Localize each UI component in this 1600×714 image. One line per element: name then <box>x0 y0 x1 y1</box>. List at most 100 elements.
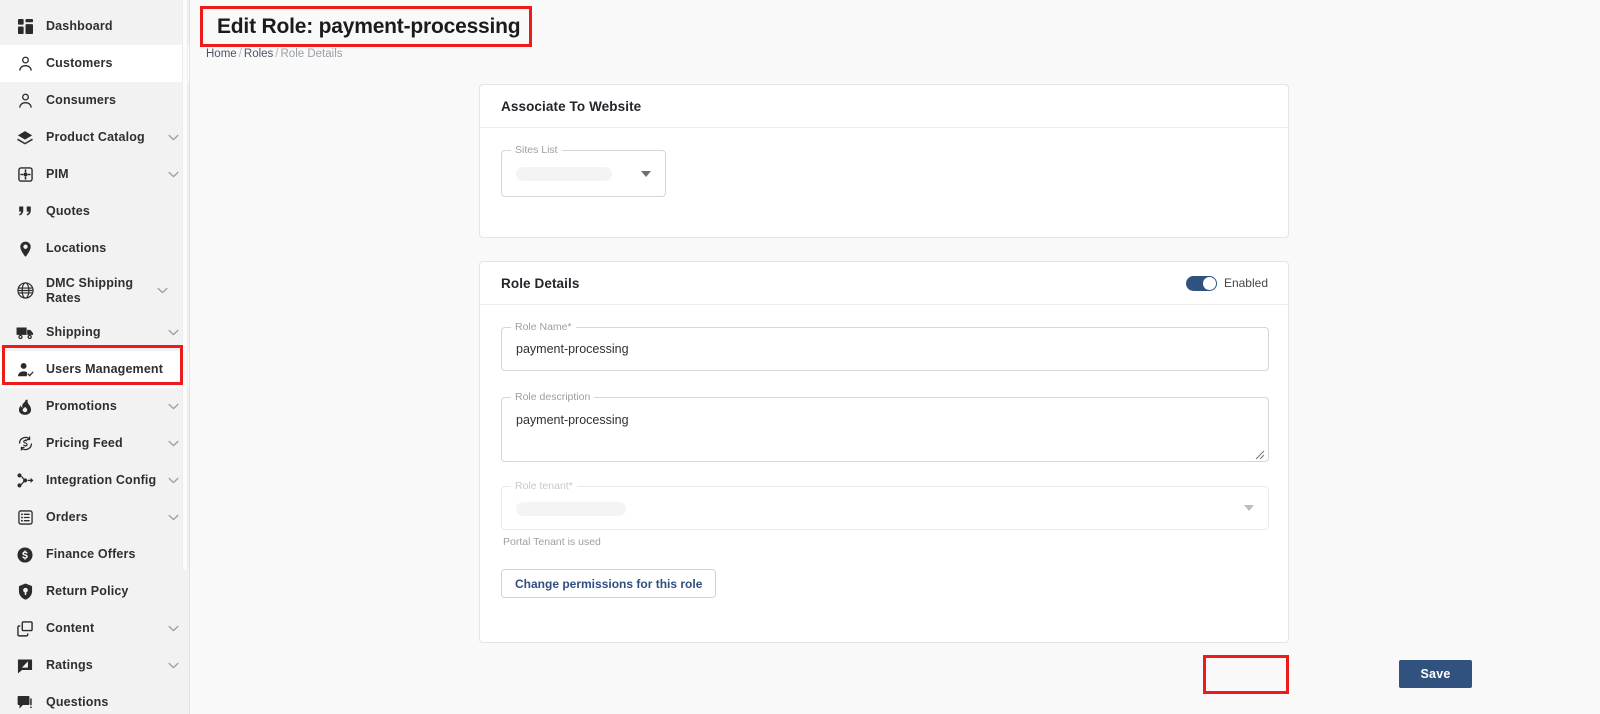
breadcrumb-current: Role Details <box>280 48 343 60</box>
chevron-down-icon[interactable] <box>167 437 180 450</box>
map-pin-icon <box>14 238 36 260</box>
sidebar-item-label: Questions <box>46 695 109 709</box>
sidebar-item-label: Integration Config <box>46 473 157 487</box>
sidebar-item-customers[interactable]: Customers <box>0 45 189 82</box>
role-description-field[interactable]: Role description payment-processing <box>501 391 1269 462</box>
sites-list-select[interactable]: Sites List <box>501 144 666 197</box>
chevron-down-icon[interactable] <box>156 284 169 297</box>
dashboard-icon <box>14 16 36 38</box>
sidebar-nav-list: Dashboard Customers Consumers Product Catal… <box>0 0 189 714</box>
sidebar-item-label: Customers <box>46 56 113 70</box>
role-details-card: Role Details Enabled Role Name* payment-… <box>479 261 1289 643</box>
sidebar-item-product-catalog[interactable]: Product Catalog <box>0 119 189 156</box>
sidebar-item-label: Promotions <box>46 399 117 413</box>
role-tenant-placeholder-skeleton <box>516 502 626 516</box>
sidebar-item-label: Finance Offers <box>46 547 136 561</box>
breadcrumb-separator-1: / <box>238 48 242 60</box>
role-description-value: payment-processing <box>516 413 629 427</box>
change-permissions-button[interactable]: Change permissions for this role <box>501 569 717 598</box>
chevron-down-icon[interactable] <box>167 168 180 181</box>
sidebar-item-pricing-feed[interactable]: Pricing Feed <box>0 425 189 462</box>
person-icon <box>14 90 36 112</box>
enabled-toggle-wrap[interactable]: Enabled <box>1185 275 1268 291</box>
resize-handle-icon[interactable] <box>1253 447 1265 460</box>
app-root: Dashboard Customers Consumers Product Catal… <box>0 0 1600 714</box>
sidebar-item-label: Return Policy <box>46 584 129 598</box>
role-description-label: Role description <box>511 391 595 404</box>
person-icon <box>14 53 36 75</box>
sidebar-item-return-policy[interactable]: Return Policy <box>0 573 189 610</box>
sidebar-item-finance-offers[interactable]: Finance Offers <box>0 536 189 573</box>
sidebar-scrollbar-thumb[interactable] <box>182 0 188 570</box>
sidebar-item-locations[interactable]: Locations <box>0 230 189 267</box>
associate-card-header: Associate To Website <box>480 85 1288 128</box>
sidebar-item-label: Shipping <box>46 325 101 339</box>
windows-icon <box>14 618 36 640</box>
role-name-field[interactable]: Role Name* payment-processing <box>501 321 1269 371</box>
role-name-value: payment-processing <box>516 342 629 356</box>
sidebar-item-quotes[interactable]: Quotes <box>0 193 189 230</box>
role-details-card-body: Role Name* payment-processing Role descr… <box>480 305 1288 598</box>
shield-icon <box>14 581 36 603</box>
role-tenant-select[interactable]: Role tenant* <box>501 480 1269 530</box>
sidebar-item-label: Ratings <box>46 658 93 672</box>
chevron-down-icon[interactable] <box>167 659 180 672</box>
associate-card-body: Sites List <box>480 128 1288 197</box>
enabled-toggle[interactable] <box>1185 275 1217 291</box>
chevron-down-icon[interactable] <box>167 326 180 339</box>
dollar-circle-icon <box>14 544 36 566</box>
sidebar-item-promotions[interactable]: Promotions <box>0 388 189 425</box>
chevron-down-icon[interactable] <box>167 474 180 487</box>
chevron-down-icon[interactable] <box>167 400 180 413</box>
chevron-down-icon[interactable] <box>167 511 180 524</box>
sidebar-item-consumers[interactable]: Consumers <box>0 82 189 119</box>
role-name-label: Role Name* <box>511 321 576 334</box>
chevron-down-icon[interactable] <box>167 131 180 144</box>
breadcrumb-separator-2: / <box>275 48 279 60</box>
chevron-down-icon[interactable] <box>1244 505 1254 511</box>
sites-list-label: Sites List <box>511 144 562 157</box>
integration-icon <box>14 470 36 492</box>
sidebar-item-label: Dashboard <box>46 19 113 33</box>
sidebar-item-dmc-shipping-rates[interactable]: DMC Shipping Rates <box>0 267 189 314</box>
sidebar-item-dashboard[interactable]: Dashboard <box>0 8 189 45</box>
sidebar-item-label: Locations <box>46 241 107 255</box>
breadcrumb-home[interactable]: Home <box>206 48 237 60</box>
sidebar-item-label: PIM <box>46 167 69 181</box>
sidebar-item-users-management[interactable]: Users Management <box>0 351 189 388</box>
quote-icon <box>14 201 36 223</box>
sites-list-placeholder-skeleton <box>516 167 612 181</box>
sidebar-item-orders[interactable]: Orders <box>0 499 189 536</box>
sidebar-item-label: Users Management <box>46 362 164 376</box>
breadcrumb: Home / Roles / Role Details <box>190 48 1600 60</box>
chevron-down-icon[interactable] <box>641 170 651 177</box>
save-button[interactable]: Save <box>1399 660 1472 688</box>
layers-icon <box>14 127 36 149</box>
sidebar-item-shipping[interactable]: Shipping <box>0 314 189 351</box>
sidebar-item-label: Content <box>46 621 95 635</box>
sidebar-item-label: Consumers <box>46 93 117 107</box>
sidebar-item-label: DMC Shipping Rates <box>46 275 134 305</box>
sidebar-item-ratings[interactable]: Ratings <box>0 647 189 684</box>
sidebar-item-label: Pricing Feed <box>46 436 123 450</box>
truck-icon <box>14 322 36 344</box>
role-tenant-label: Role tenant* <box>511 480 577 493</box>
page-title: Edit Role: payment-processing <box>217 15 521 38</box>
toggle-knob <box>1202 276 1216 290</box>
breadcrumb-roles[interactable]: Roles <box>244 48 273 60</box>
sidebar-item-pim[interactable]: PIM <box>0 156 189 193</box>
role-details-card-title: Role Details <box>501 275 580 291</box>
sidebar-item-content[interactable]: Content <box>0 610 189 647</box>
sidebar-item-questions[interactable]: Questions <box>0 684 189 714</box>
enabled-toggle-label: Enabled <box>1223 276 1268 290</box>
flame-icon <box>14 396 36 418</box>
role-tenant-helper-text: Portal Tenant is used <box>503 536 601 548</box>
sidebar: Dashboard Customers Consumers Product Catal… <box>0 0 190 714</box>
role-details-card-header: Role Details Enabled <box>480 262 1288 305</box>
globe-icon <box>14 280 36 302</box>
associate-to-website-card: Associate To Website Sites List <box>479 84 1289 238</box>
sidebar-item-integration-config[interactable]: Integration Config <box>0 462 189 499</box>
rating-icon <box>14 655 36 677</box>
page-header: Edit Role: payment-processing <box>190 0 1600 45</box>
chevron-down-icon[interactable] <box>167 622 180 635</box>
